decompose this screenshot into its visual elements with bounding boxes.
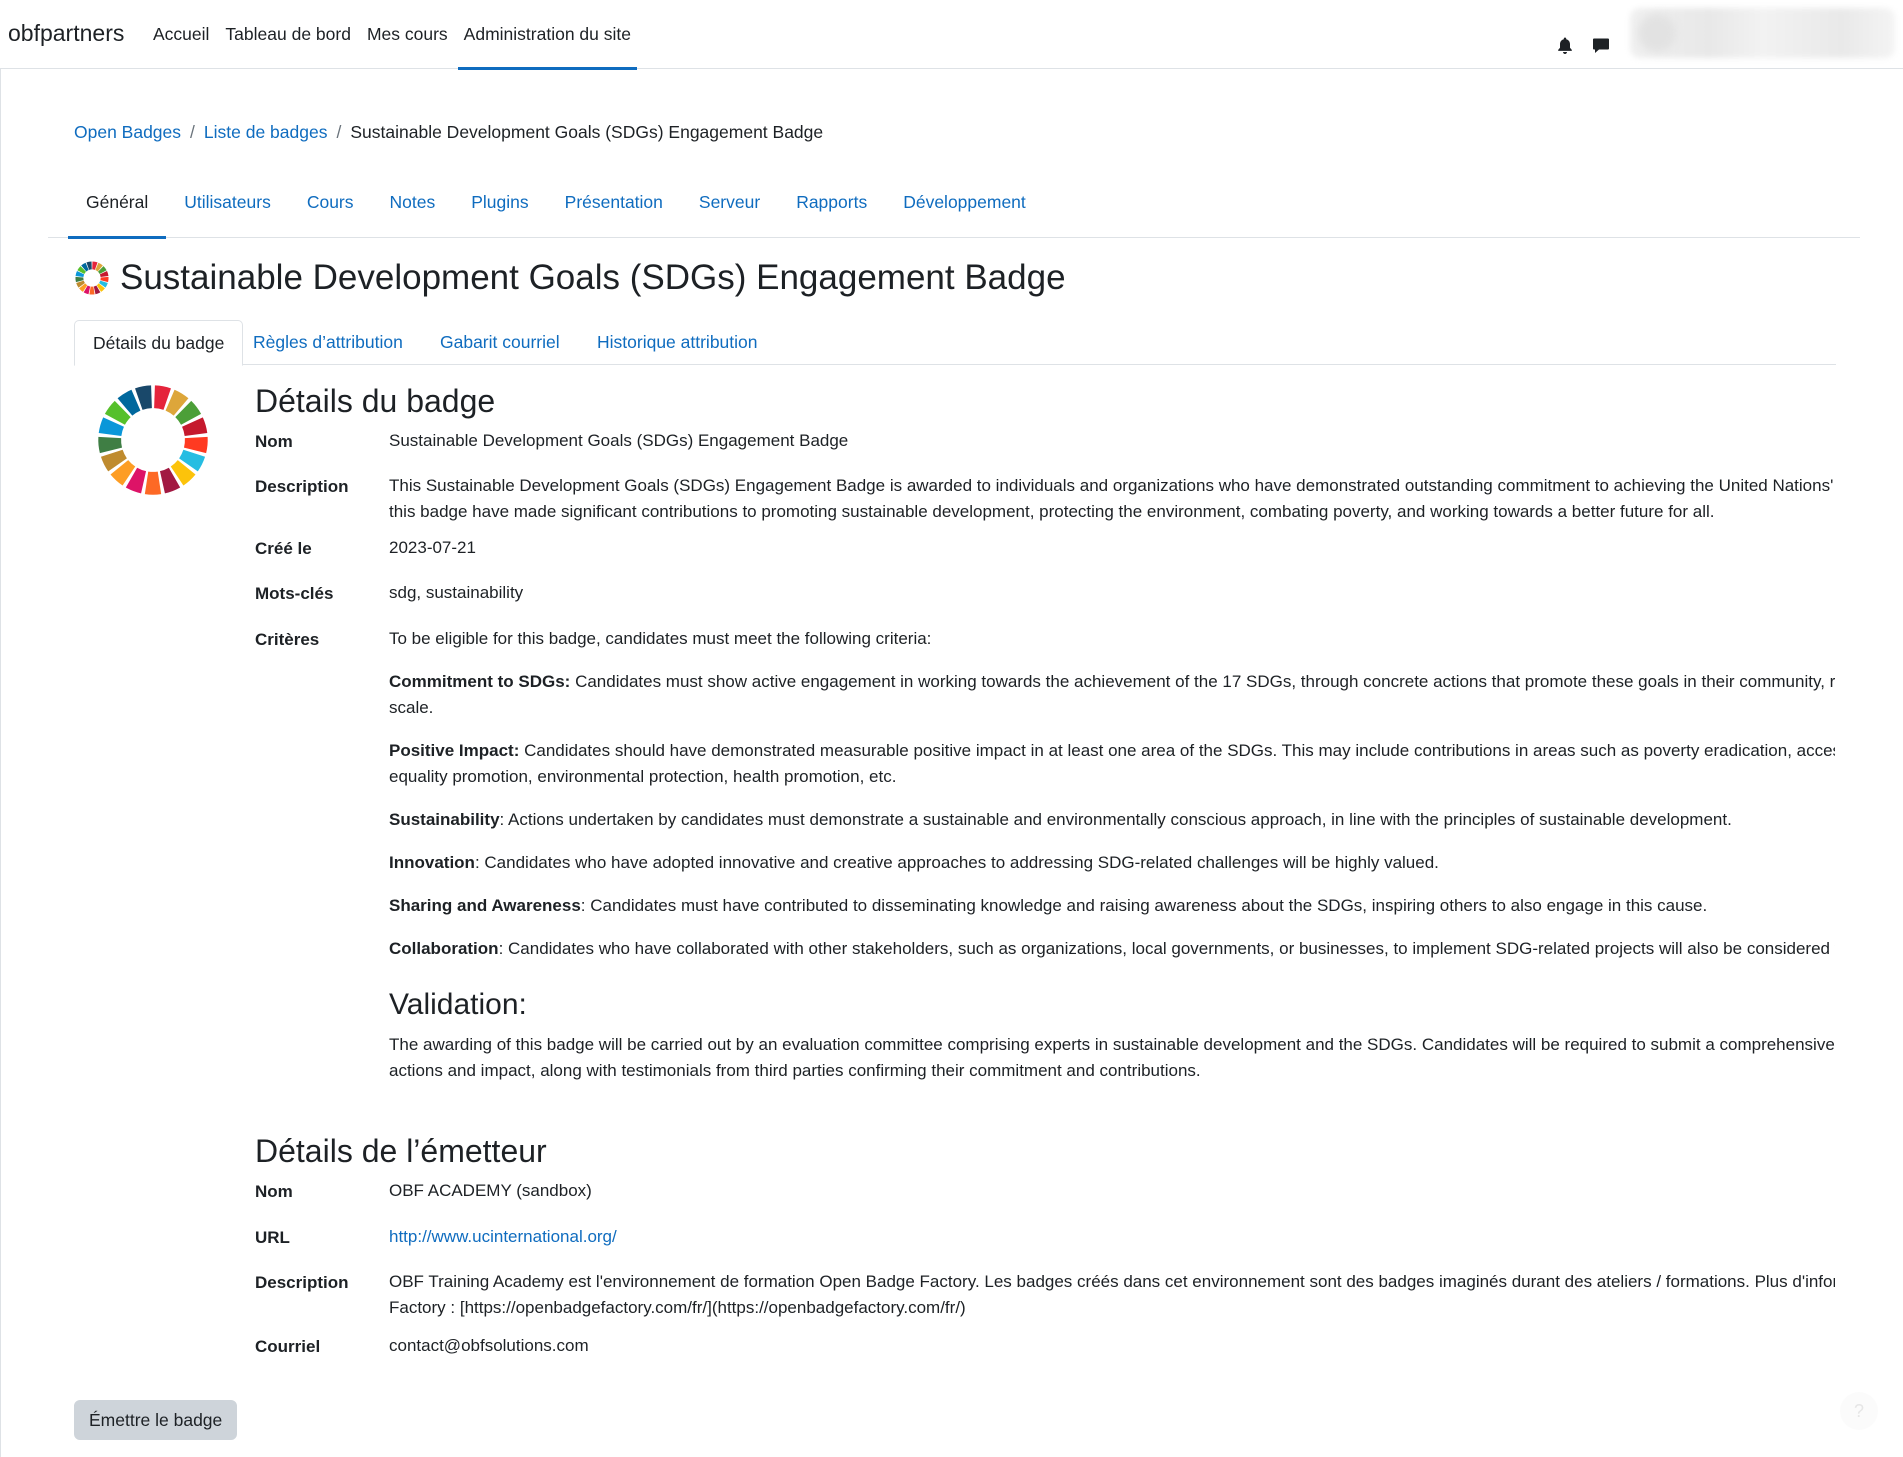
criterion-commitment-cont: scale. bbox=[389, 698, 434, 717]
criterion-text: : Candidates must have contributed to di… bbox=[580, 896, 1708, 915]
tab-email-template[interactable]: Gabarit courriel bbox=[422, 320, 578, 365]
criterion-title: Innovation bbox=[389, 853, 475, 872]
secnav-grades[interactable]: Notes bbox=[372, 192, 454, 238]
criterion-title: Collaboration bbox=[389, 939, 499, 958]
bell-icon[interactable] bbox=[1555, 36, 1575, 56]
criterion-title: Positive Impact: bbox=[389, 741, 520, 760]
criteria-intro: To be eligible for this badge, candidate… bbox=[389, 629, 932, 648]
validation-text: actions and impact, along with testimoni… bbox=[389, 1061, 1201, 1080]
tags-label: Mots-clés bbox=[255, 584, 334, 603]
nav-link-site-administration[interactable]: Administration du site bbox=[456, 0, 639, 70]
sdg-segment bbox=[183, 436, 208, 454]
issuer-url-link[interactable]: http://www.ucinternational.org/ bbox=[389, 1224, 1835, 1250]
page-edge-divider bbox=[0, 69, 1, 1457]
avatar[interactable] bbox=[1638, 14, 1676, 52]
breadcrumb-separator: / bbox=[190, 122, 195, 142]
issue-badge-button[interactable]: Émettre le badge bbox=[74, 1400, 238, 1440]
secnav-general[interactable]: Général bbox=[68, 192, 167, 239]
criteria-label: Critères bbox=[255, 630, 320, 649]
tab-badge-details[interactable]: Détails du badge bbox=[74, 320, 244, 366]
issuer-name-value: OBF ACADEMY (sandbox) bbox=[389, 1181, 592, 1200]
criterion-positive-impact-cont: equality promotion, environmental protec… bbox=[389, 767, 897, 786]
criterion-text: Candidates must show active engagement i… bbox=[570, 672, 1835, 691]
badge-description-line: This Sustainable Development Goals (SDGs… bbox=[389, 476, 1835, 495]
breadcrumb-open-badges[interactable]: Open Badges bbox=[74, 122, 181, 142]
badge-image bbox=[98, 385, 208, 495]
badge-name-label: Nom bbox=[255, 432, 293, 451]
criterion-commitment: Commitment to SDGs: Candidates must show… bbox=[389, 669, 1835, 695]
tab-award-history[interactable]: Historique attribution bbox=[579, 320, 776, 365]
issuer-email-label: Courriel bbox=[255, 1337, 321, 1356]
sdg-segment bbox=[98, 436, 123, 454]
breadcrumb-current: Sustainable Development Goals (SDGs) Eng… bbox=[350, 122, 824, 142]
criterion-text: : Candidates who have adopted innovative… bbox=[474, 853, 1439, 872]
criterion-text: : Actions undertaken by candidates must … bbox=[499, 810, 1732, 829]
secnav-development[interactable]: Développement bbox=[885, 192, 1044, 238]
secnav-courses[interactable]: Cours bbox=[289, 192, 372, 238]
issuer-url-label: URL bbox=[255, 1228, 290, 1247]
issuer-description-label: Description bbox=[255, 1273, 349, 1292]
badge-wheel-icon bbox=[75, 261, 109, 295]
nav-link-my-courses[interactable]: Mes cours bbox=[359, 0, 456, 69]
secnav-reports[interactable]: Rapports bbox=[778, 192, 885, 238]
validation-heading: Validation: bbox=[389, 988, 527, 1021]
criterion-text: : Candidates who have collaborated with … bbox=[498, 939, 1835, 958]
sdg-segment bbox=[144, 471, 162, 495]
site-brand[interactable]: obfpartners bbox=[8, 20, 124, 47]
criterion-sharing: Sharing and Awareness: Candidates must h… bbox=[389, 893, 1835, 919]
criterion-title: Sharing and Awareness bbox=[389, 896, 581, 915]
issuer-description-line: Factory : [https://openbadgefactory.com/… bbox=[389, 1298, 966, 1317]
badge-tabs: Détails du badge Règles d’attribution Ga… bbox=[74, 320, 1836, 366]
badge-description-label: Description bbox=[255, 477, 349, 496]
secnav-appearance[interactable]: Présentation bbox=[547, 192, 681, 238]
sdg-segment bbox=[89, 286, 95, 295]
nav-link-home[interactable]: Accueil bbox=[145, 0, 217, 69]
page-header: Sustainable Development Goals (SDGs) Eng… bbox=[74, 258, 1066, 298]
secnav-plugins[interactable]: Plugins bbox=[453, 192, 546, 238]
issuer-name-label: Nom bbox=[255, 1182, 293, 1201]
tags-value: sdg, sustainability bbox=[389, 583, 524, 602]
page-title: Sustainable Development Goals (SDGs) Eng… bbox=[120, 258, 1066, 297]
breadcrumb-separator: / bbox=[336, 122, 342, 142]
help-icon[interactable]: ? bbox=[1840, 1392, 1878, 1430]
criterion-sustainability: Sustainability: Actions undertaken by ca… bbox=[389, 807, 1835, 833]
badge-name-value: Sustainable Development Goals (SDGs) Eng… bbox=[389, 431, 849, 450]
issuer-details-heading: Détails de l’émetteur bbox=[255, 1133, 547, 1169]
created-value: 2023-07-21 bbox=[389, 538, 476, 557]
breadcrumb: Open Badges / Liste de badges / Sustainable … bbox=[74, 122, 823, 143]
criterion-title: Commitment to SDGs: bbox=[389, 672, 571, 691]
criterion-innovation: Innovation: Candidates who have adopted … bbox=[389, 850, 1835, 876]
criterion-text: Candidates should have demonstrated meas… bbox=[519, 741, 1835, 760]
validation-text: The awarding of this badge will be carri… bbox=[389, 1035, 1835, 1054]
criterion-positive-impact: Positive Impact: Candidates should have … bbox=[389, 738, 1835, 764]
breadcrumb-badge-list[interactable]: Liste de badges bbox=[204, 122, 328, 142]
criterion-title: Sustainability bbox=[389, 810, 500, 829]
top-navbar: obfpartners Accueil Tableau de bord Mes … bbox=[0, 0, 1903, 70]
badge-details-heading: Détails du badge bbox=[255, 383, 496, 419]
tab-award-rules[interactable]: Règles d’attribution bbox=[235, 320, 421, 365]
criterion-collaboration: Collaboration: Candidates who have colla… bbox=[389, 936, 1835, 962]
issuer-description-line: OBF Training Academy est l'environnement… bbox=[389, 1272, 1835, 1291]
nav-link-dashboard[interactable]: Tableau de bord bbox=[217, 0, 359, 69]
issuer-email-value: contact@obfsolutions.com bbox=[389, 1336, 589, 1355]
secnav-users[interactable]: Utilisateurs bbox=[166, 192, 289, 238]
created-label: Créé le bbox=[255, 539, 312, 558]
admin-secondary-navigation: Général Utilisateurs Cours Notes Plugins… bbox=[48, 180, 1860, 239]
primary-navigation: Accueil Tableau de bord Mes cours Admini… bbox=[145, 0, 639, 70]
secnav-server[interactable]: Serveur bbox=[681, 192, 778, 238]
chat-icon[interactable] bbox=[1591, 36, 1611, 56]
badge-description-line: this badge have made significant contrib… bbox=[389, 502, 1715, 521]
